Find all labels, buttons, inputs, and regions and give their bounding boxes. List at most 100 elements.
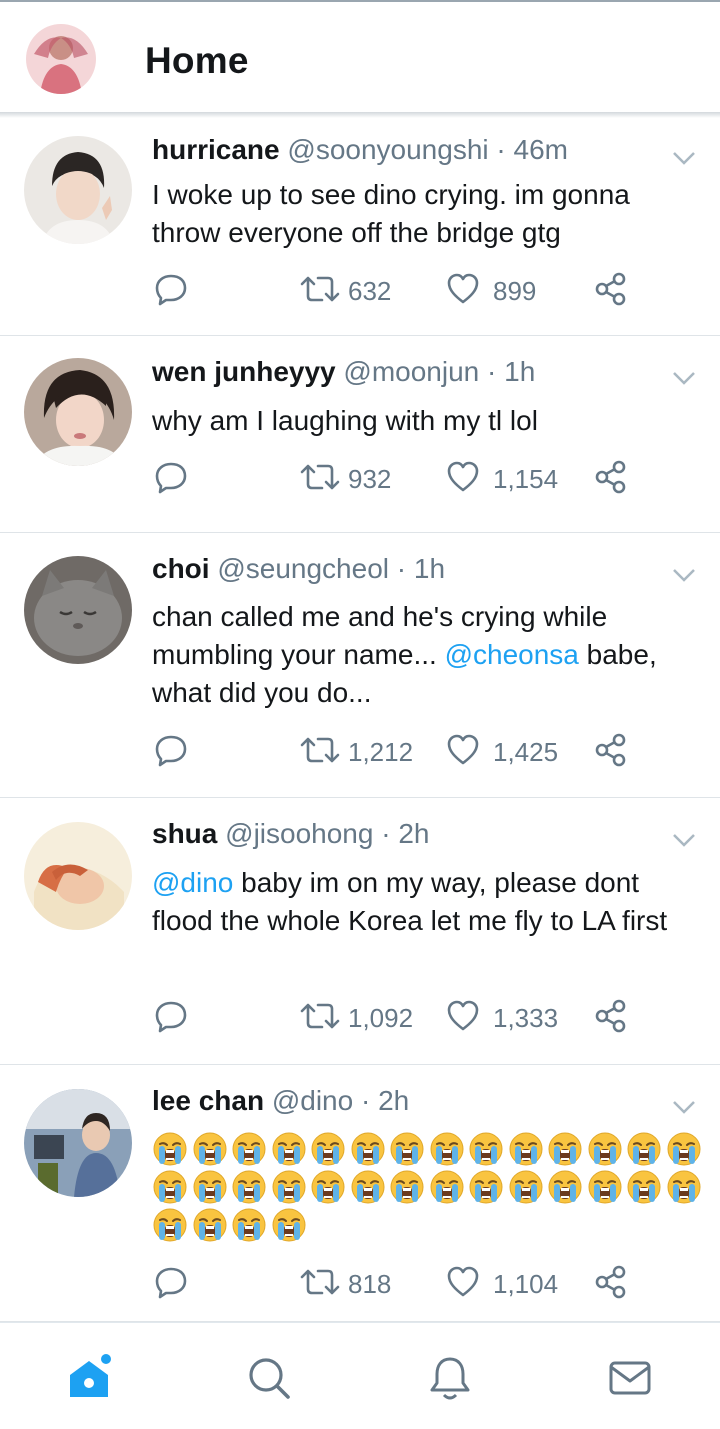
retweet-count: 632 [348,276,392,306]
loudly-crying-face-icon: 😭 [390,1170,424,1204]
handle[interactable]: @seungcheol [217,553,389,584]
retweet-count: 818 [348,1269,392,1299]
loudly-crying-face-icon: 😭 [232,1132,266,1166]
share-icon[interactable] [594,272,628,306]
bottom-tab-bar [0,1322,720,1429]
loudly-crying-face-icon: 😭 [627,1170,661,1204]
tweet[interactable]: lee chan @dino · 2h 😭😭😭😭😭😭😭😭😭😭😭😭😭😭😭😭😭😭😭😭… [0,1065,720,1322]
like-count: 1,154 [493,464,559,494]
reply-icon[interactable] [154,1265,188,1299]
timestamp: · 2h [381,818,430,849]
tweet-text: I woke up to see dino crying. im gonna t… [152,179,630,248]
loudly-crying-face-icon: 😭 [390,1132,424,1166]
reply-icon[interactable] [154,272,188,306]
timestamp: · 1h [487,356,536,387]
display-name[interactable]: wen junheyyy [152,356,336,387]
retweet-count: 1,212 [348,737,414,767]
display-name[interactable]: lee chan [152,1085,264,1116]
tweet-actions: 818 1,104 [0,1265,720,1305]
share-icon[interactable] [594,1265,628,1299]
loudly-crying-face-icon: 😭 [153,1170,187,1204]
timestamp: · 1h [396,553,446,584]
tweet[interactable]: choi @seungcheol · 1h chan called me and… [0,533,720,798]
loudly-crying-face-icon: 😭 [193,1170,226,1204]
loudly-crying-face-icon: 😭 [351,1132,384,1166]
avatar[interactable] [24,822,132,930]
chevron-down-icon[interactable] [670,830,698,850]
loudly-crying-face-icon: 😭 [272,1132,305,1166]
tweet[interactable]: shua @jisoohong · 2h @dino baby im on my… [0,798,720,1065]
loudly-crying-face-icon: 😭 [153,1132,187,1166]
timestamp: · 46m [496,134,568,165]
tweet-header: hurricane @soonyoungshi · 46m [152,134,568,166]
display-name[interactable]: choi [152,553,210,584]
handle[interactable]: @jisoohong [225,818,373,849]
heart-icon[interactable] [446,460,480,494]
search-icon[interactable] [244,1353,294,1403]
retweet-icon[interactable] [300,1265,340,1299]
display-name[interactable]: shua [152,818,217,849]
avatar[interactable] [24,136,132,244]
tweet-actions: 632 899 [0,272,720,312]
loudly-crying-face-icon: 😭 [351,1170,384,1204]
bell-icon[interactable] [425,1353,475,1403]
share-icon[interactable] [594,733,628,767]
chevron-down-icon[interactable] [670,368,698,388]
share-icon[interactable] [594,460,628,494]
loudly-crying-face-icon: 😭 [509,1132,542,1166]
heart-icon[interactable] [446,272,480,306]
loudly-crying-face-icon: 😭 [311,1132,345,1166]
tweet-actions: 1,092 1,333 [0,999,720,1039]
reply-icon[interactable] [154,999,188,1033]
loudly-crying-face-icon: 😭 [627,1132,661,1166]
tweet-emoji-text: 😭😭😭😭😭😭😭😭😭😭😭😭😭😭😭😭😭😭😭😭😭😭😭😭😭😭😭😭😭😭😭😭 [152,1131,712,1243]
retweet-icon[interactable] [300,272,340,306]
tweet-header: lee chan @dino · 2h [152,1085,409,1117]
tweet-text: chan called me and he's crying while mum… [152,598,697,712]
loudly-crying-face-icon: 😭 [232,1170,266,1204]
reply-icon[interactable] [154,460,188,494]
chevron-down-icon[interactable] [670,148,698,168]
loudly-crying-face-icon: 😭 [153,1208,187,1242]
loudly-crying-face-icon: 😭 [272,1208,305,1242]
like-count: 1,104 [493,1269,559,1299]
avatar[interactable] [24,1089,132,1197]
loudly-crying-face-icon: 😭 [469,1170,503,1204]
tweet[interactable]: wen junheyyy @moonjun · 1h why am I laug… [0,336,720,533]
retweet-icon[interactable] [300,999,340,1033]
avatar[interactable] [24,556,132,664]
like-count: 1,425 [493,737,559,767]
chevron-down-icon[interactable] [670,1097,698,1117]
loudly-crying-face-icon: 😭 [430,1170,463,1204]
mail-icon[interactable] [605,1353,655,1403]
page-title: Home [145,40,249,81]
heart-icon[interactable] [446,1265,480,1299]
mention-link[interactable]: @dino [152,867,233,898]
tweet-header: wen junheyyy @moonjun · 1h [152,356,535,388]
top-app-bar: Home [0,2,720,114]
like-count: 1,333 [493,1003,559,1033]
loudly-crying-face-icon: 😭 [667,1132,700,1166]
loudly-crying-face-icon: 😭 [311,1170,345,1204]
share-icon[interactable] [594,999,628,1033]
loudly-crying-face-icon: 😭 [588,1170,621,1204]
handle[interactable]: @moonjun [343,356,479,387]
handle[interactable]: @dino [272,1085,353,1116]
retweet-icon[interactable] [300,733,340,767]
heart-icon[interactable] [446,999,480,1033]
avatar[interactable] [24,358,132,466]
reply-icon[interactable] [154,733,188,767]
heart-icon[interactable] [446,733,480,767]
handle[interactable]: @soonyoungshi [287,134,488,165]
profile-avatar[interactable] [26,24,96,94]
mention-link[interactable]: @cheonsa [445,639,579,670]
chevron-down-icon[interactable] [670,565,698,585]
home-icon[interactable] [64,1353,114,1403]
loudly-crying-face-icon: 😭 [588,1132,621,1166]
loudly-crying-face-icon: 😭 [272,1170,305,1204]
tweet-actions: 1,212 1,425 [0,733,720,773]
display-name[interactable]: hurricane [152,134,280,165]
retweet-icon[interactable] [300,460,340,494]
tweet-header: choi @seungcheol · 1h [152,553,445,585]
tweet[interactable]: hurricane @soonyoungshi · 46m I woke up … [0,118,720,336]
